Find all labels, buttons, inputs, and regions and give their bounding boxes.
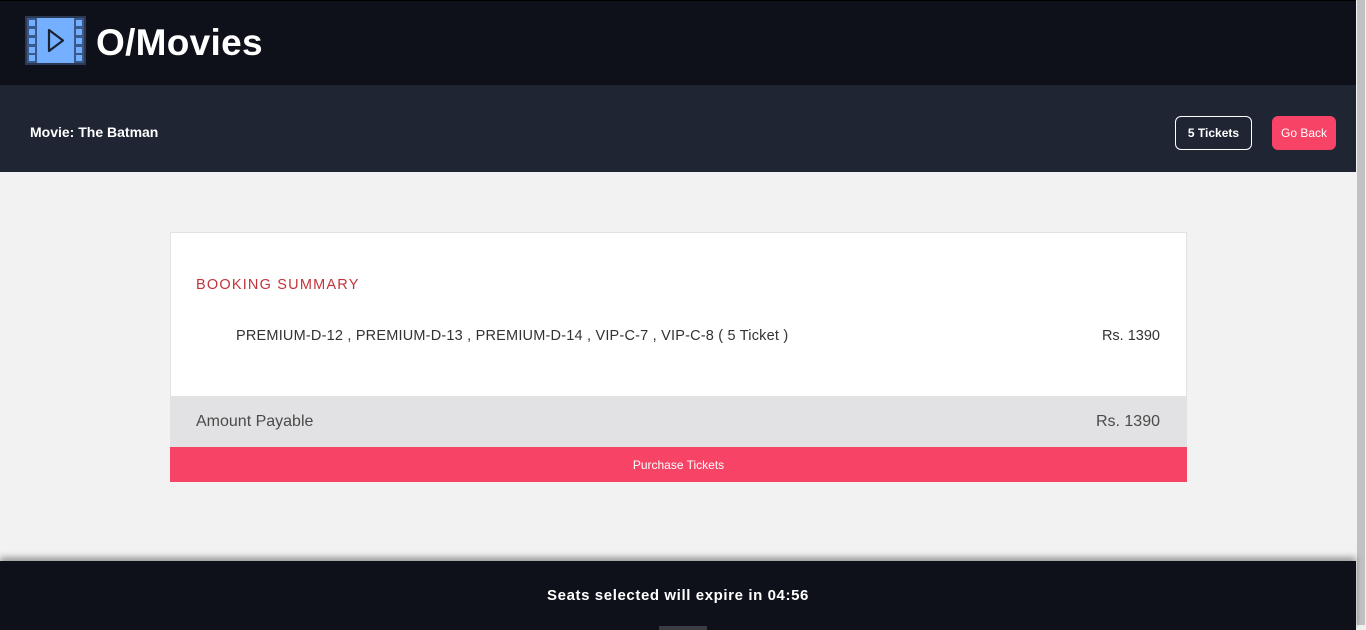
ticket-count-button[interactable]: 5 Tickets (1175, 116, 1252, 150)
booking-summary-title: BOOKING SUMMARY (196, 277, 360, 293)
movie-title: Movie: The Batman (30, 124, 159, 140)
seat-expiry-timer: Seats selected will expire in 04:56 (547, 587, 809, 604)
amount-payable-value: Rs. 1390 (1095, 413, 1160, 430)
selected-seats-list: PREMIUM-D-12 , PREMIUM-D-13 , PREMIUM-D-… (236, 328, 789, 344)
purchase-tickets-button[interactable]: Purchase Tickets (170, 447, 1187, 482)
amount-payable-label: Amount Payable (196, 413, 314, 430)
film-play-icon[interactable] (25, 16, 86, 65)
amount-payable-row (170, 396, 1187, 447)
brand-name[interactable]: O/Movies (96, 21, 263, 65)
page-scrollbar[interactable] (1356, 0, 1366, 630)
top-navbar: O/Movies (0, 0, 1356, 85)
movie-subheader (0, 85, 1356, 172)
footer-tab-handle (659, 626, 707, 630)
expiry-footer: Seats selected will expire in 04:56 (0, 561, 1356, 630)
scrollbar-thumb[interactable] (1357, 0, 1365, 625)
seats-price: Rs. 1390 (1101, 328, 1160, 344)
go-back-button[interactable]: Go Back (1272, 116, 1336, 150)
booking-summary-card (170, 232, 1187, 397)
